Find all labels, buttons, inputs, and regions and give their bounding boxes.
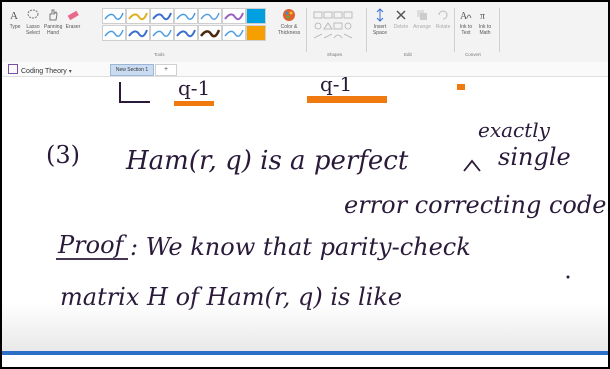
ribbon: A Type Lasso Select Panning Hand Eraser xyxy=(2,2,608,63)
ink-to-text-button[interactable]: A Ink to Text xyxy=(457,8,475,36)
ink-dot xyxy=(566,275,570,279)
ink-to-math-icon: π xyxy=(480,11,485,22)
eraser-button[interactable]: Eraser xyxy=(64,8,82,30)
pen-swatch[interactable] xyxy=(150,25,174,41)
insert-space-button[interactable]: Insert Space xyxy=(370,8,390,36)
pen-swatch[interactable] xyxy=(102,25,126,41)
panning-hand-button[interactable]: Panning Hand xyxy=(44,8,62,36)
highlighter-swatch[interactable] xyxy=(246,8,266,24)
theorem-word: single xyxy=(498,143,571,171)
type-tool-button[interactable]: A Type xyxy=(6,8,24,30)
theorem-number: (3) xyxy=(46,141,80,169)
top-fraction-a: q-1 xyxy=(178,77,210,100)
orange-mark xyxy=(457,84,465,90)
pen-stroke-icon xyxy=(224,29,244,37)
group-label-convert: Convert xyxy=(465,52,481,57)
ribbon-separator xyxy=(306,8,307,52)
progress-bar xyxy=(2,351,608,355)
type-icon: A xyxy=(10,10,18,22)
proof-line-1: : We know that parity-check xyxy=(130,233,471,261)
pen-swatch[interactable] xyxy=(198,25,222,41)
delete-button[interactable]: Delete xyxy=(391,8,411,30)
arrange-button[interactable]: Arrange xyxy=(411,8,433,30)
orange-underline xyxy=(174,101,214,106)
highlighter-swatch[interactable] xyxy=(246,25,266,41)
top-fraction-b: q-1 xyxy=(320,77,352,96)
shapes-gallery[interactable] xyxy=(312,10,362,44)
pen-stroke-icon xyxy=(176,29,196,38)
pen-stroke-icon xyxy=(200,12,220,20)
pen-stroke-icon xyxy=(128,12,148,21)
group-label-shapes: Shapes xyxy=(327,52,343,57)
pen-stroke-icon xyxy=(200,29,221,38)
lasso-icon xyxy=(27,9,39,19)
pen-swatch[interactable] xyxy=(126,8,150,24)
pen-swatch[interactable] xyxy=(174,8,198,24)
color-thickness-button[interactable]: Color & Thickness xyxy=(276,8,302,36)
chevron-down-icon: ▾ xyxy=(68,69,72,75)
proof-label: Proof xyxy=(57,231,128,259)
ribbon-separator xyxy=(499,8,500,52)
lasso-select-button[interactable]: Lasso Select xyxy=(24,8,42,36)
pen-swatch[interactable] xyxy=(222,8,246,24)
pen-stroke-icon xyxy=(176,12,196,20)
insert-space-icon xyxy=(376,8,384,22)
tab-new-section-1[interactable]: New Section 1 xyxy=(110,64,154,76)
pen-stroke-icon xyxy=(152,29,172,37)
pen-stroke-icon xyxy=(224,12,244,21)
caret-mark xyxy=(463,159,481,172)
pen-swatch[interactable] xyxy=(126,25,150,41)
pen-swatch[interactable] xyxy=(222,25,246,41)
inserted-word: exactly xyxy=(478,118,551,142)
section-tab-bar: Coding Theory ▾ New Section 1 + xyxy=(2,62,608,77)
svg-text:π: π xyxy=(480,11,485,22)
hand-icon xyxy=(49,9,58,21)
pen-swatch[interactable] xyxy=(174,25,198,41)
arrange-icon xyxy=(417,10,427,20)
eraser-icon xyxy=(67,10,79,21)
theorem-line-1: Ham(r, q) is a perfect xyxy=(125,146,409,176)
pen-stroke-icon xyxy=(152,12,172,21)
ink-stroke xyxy=(119,82,150,103)
orange-underline xyxy=(307,96,387,103)
pen-stroke-icon xyxy=(104,29,124,37)
rotate-button[interactable]: Rotate xyxy=(433,8,453,30)
notebook-selector[interactable]: Coding Theory ▾ xyxy=(8,64,72,75)
ribbon-separator xyxy=(454,8,455,52)
pen-gallery xyxy=(102,8,270,42)
group-label-tools: Tools xyxy=(154,52,165,57)
svg-text:A: A xyxy=(10,10,18,22)
notebook-icon xyxy=(8,64,18,74)
delete-icon xyxy=(396,10,406,20)
color-palette-icon xyxy=(283,9,295,21)
group-label-edit: Edit xyxy=(404,52,412,57)
svg-text:A: A xyxy=(460,11,468,22)
ink-to-math-button[interactable]: π Ink to Math xyxy=(476,8,494,36)
pen-swatch[interactable] xyxy=(198,8,222,24)
pen-swatch[interactable] xyxy=(150,8,174,24)
pen-swatch[interactable] xyxy=(102,8,126,24)
theorem-line-2: error correcting code xyxy=(344,191,606,219)
add-section-button[interactable]: + xyxy=(155,64,177,76)
pen-stroke-icon xyxy=(128,29,148,38)
rotate-icon xyxy=(438,10,448,20)
ink-to-text-icon: A xyxy=(460,11,472,22)
bottom-shade xyxy=(2,302,608,352)
pen-stroke-icon xyxy=(104,12,124,20)
ribbon-separator xyxy=(366,8,367,52)
app-window: A Type Lasso Select Panning Hand Eraser xyxy=(0,0,610,369)
